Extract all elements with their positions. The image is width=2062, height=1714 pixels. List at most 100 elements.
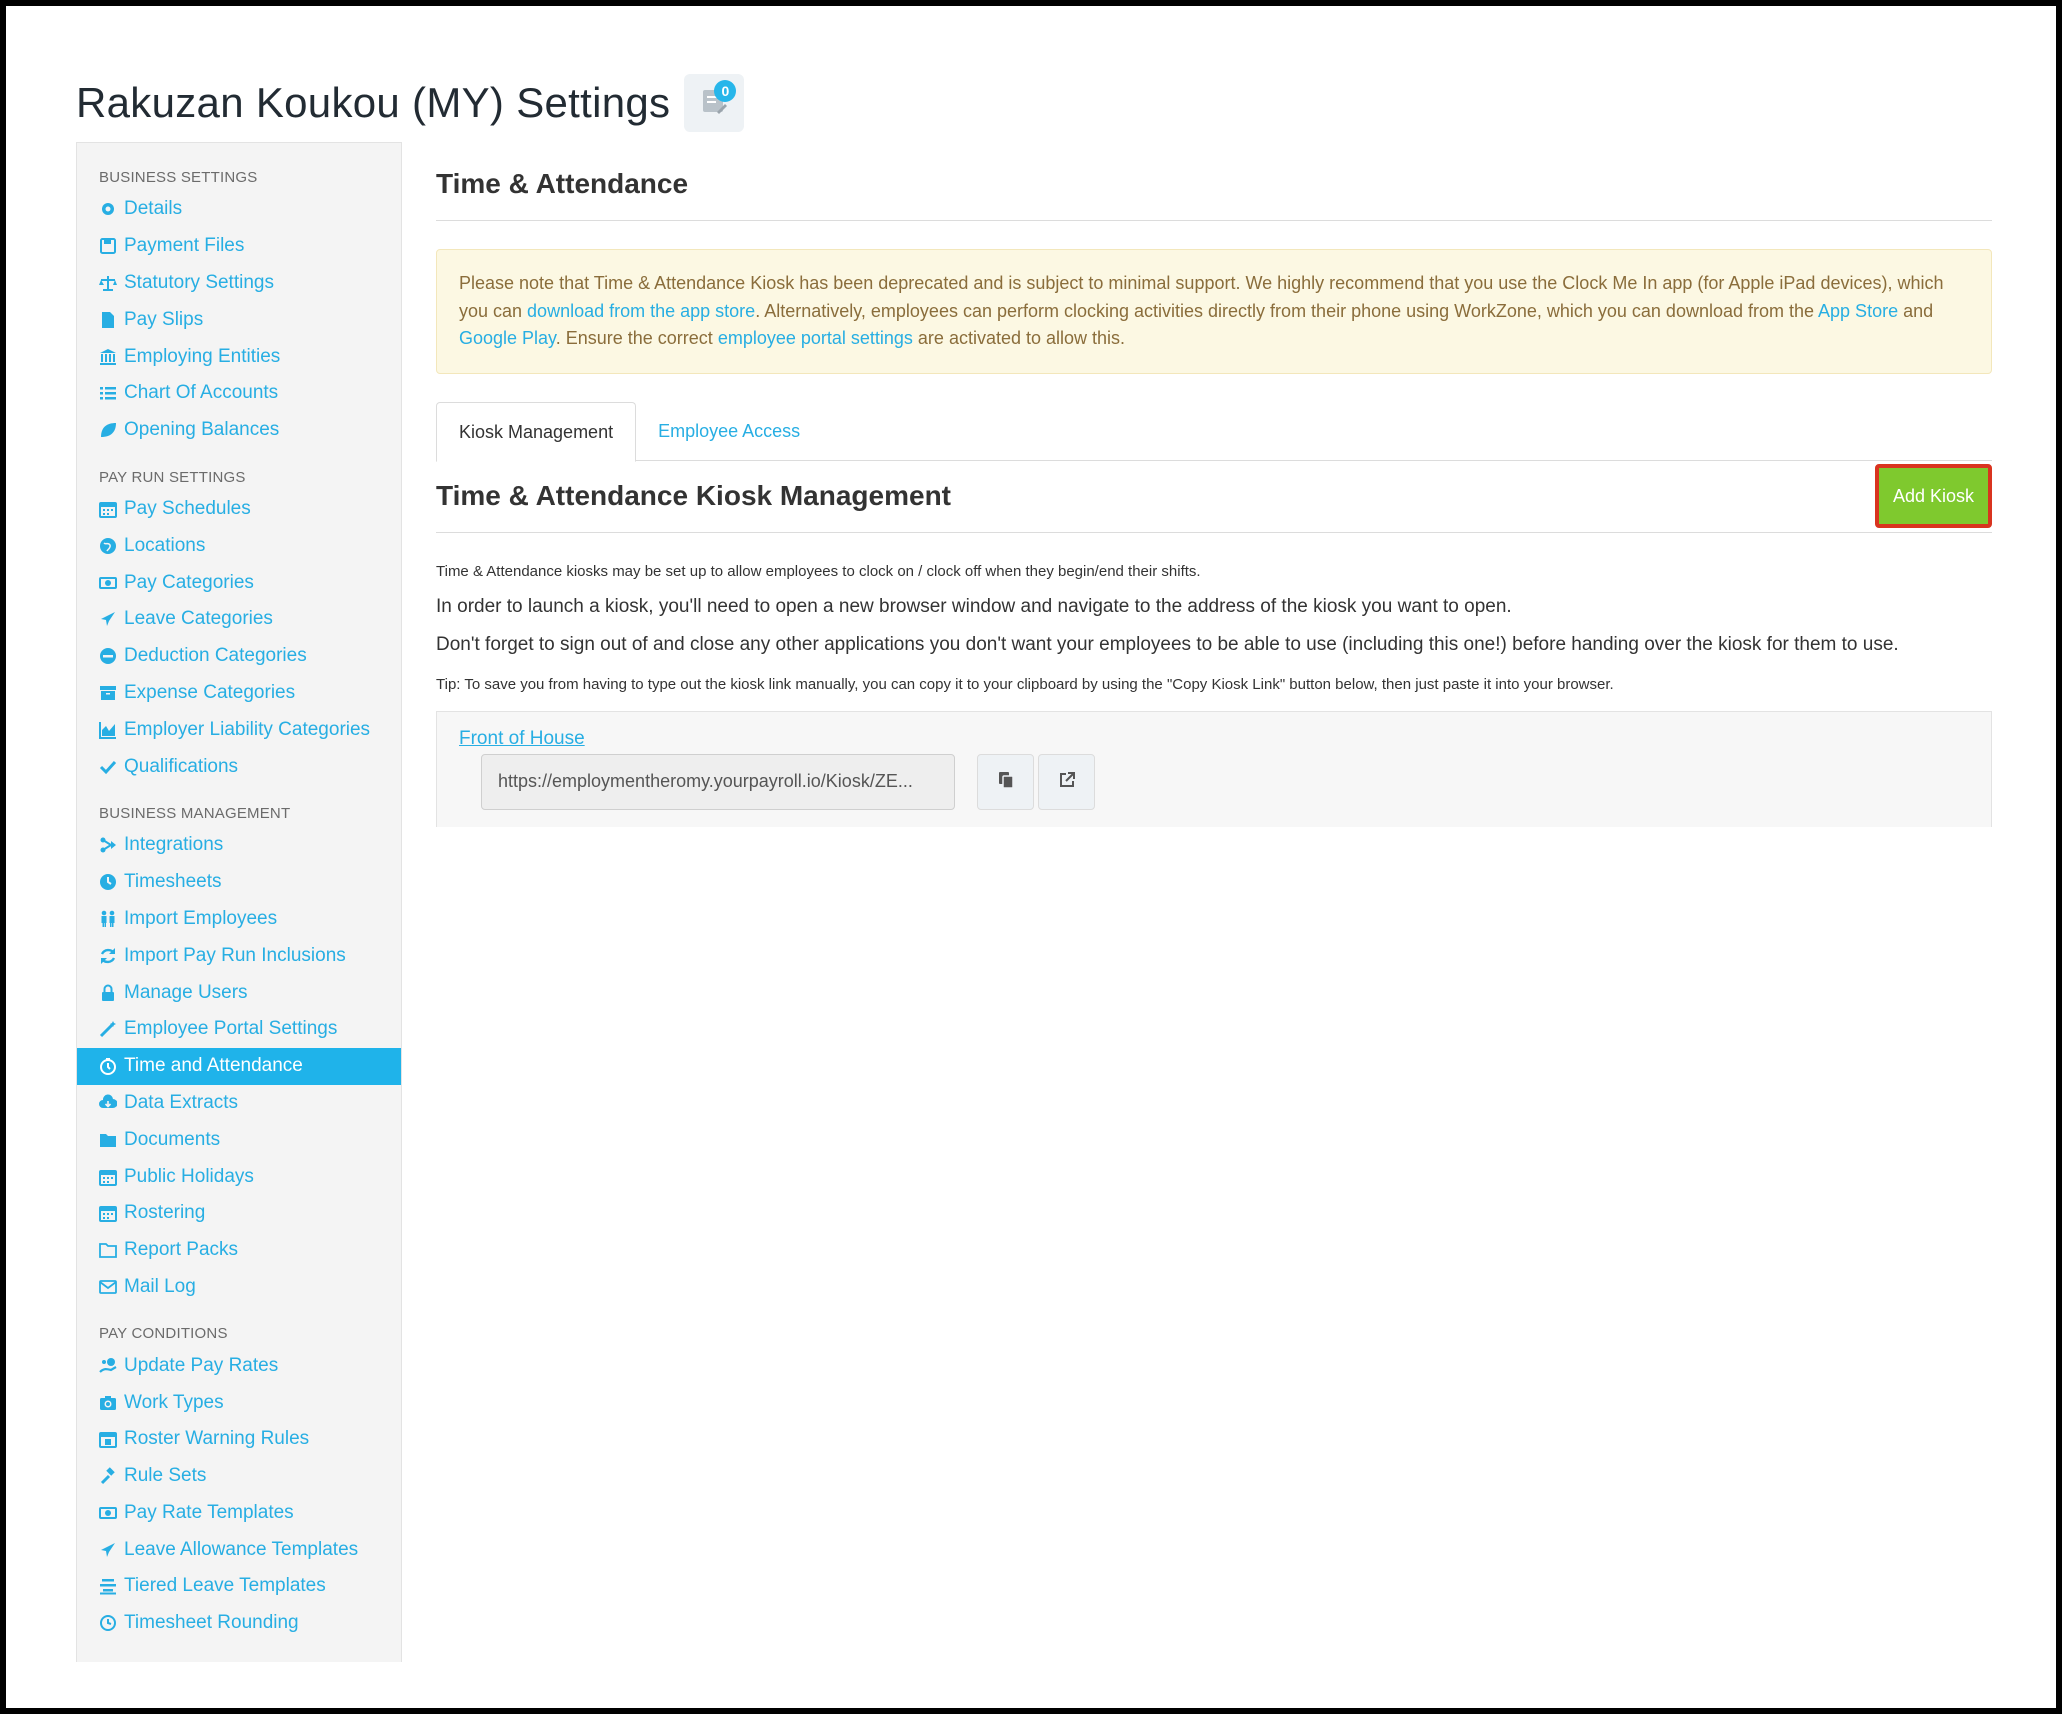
- copy-icon: [996, 770, 1016, 793]
- sidebar-item-label: Import Pay Run Inclusions: [124, 944, 346, 966]
- kiosk-management-title: Time & Attendance Kiosk Management: [436, 480, 952, 511]
- sidebar-item-manage-users[interactable]: Manage Users: [77, 974, 401, 1011]
- sidebar-item-label: Integrations: [124, 834, 224, 856]
- sidebar-item-opening-balances[interactable]: Opening Balances: [77, 412, 401, 449]
- sidebar-item-public-holidays[interactable]: Public Holidays: [77, 1158, 401, 1195]
- sidebar-item-employee-portal-settings[interactable]: Employee Portal Settings: [77, 1011, 401, 1048]
- sidebar-item-label: Report Packs: [124, 1239, 239, 1261]
- users-icon: [99, 910, 117, 928]
- file-icon: [99, 311, 117, 329]
- sidebar-item-label: Employer Liability Categories: [124, 718, 371, 740]
- notes-count-badge: 0: [714, 80, 737, 102]
- money-icon: [99, 574, 117, 592]
- sidebar-item-pay-rate-templates[interactable]: Pay Rate Templates: [77, 1495, 401, 1532]
- tab-employee-access[interactable]: Employee Access: [636, 402, 822, 460]
- sidebar-item-label: Public Holidays: [124, 1165, 254, 1187]
- envelope-icon: [99, 1278, 117, 1296]
- sidebar-item-label: Mail Log: [124, 1275, 196, 1297]
- employee-portal-settings-link[interactable]: employee portal settings: [718, 328, 913, 348]
- leaf-icon: [99, 421, 117, 439]
- sidebar-item-tiered-leave-templates[interactable]: Tiered Leave Templates: [77, 1568, 401, 1605]
- kiosk-name-link[interactable]: Front of House: [459, 728, 585, 749]
- gavel-icon: [99, 1467, 117, 1485]
- sidebar-item-report-packs[interactable]: Report Packs: [77, 1232, 401, 1269]
- gear-icon: [99, 200, 117, 218]
- sidebar-item-leave-categories[interactable]: Leave Categories: [77, 601, 401, 638]
- sidebar-item-label: Tiered Leave Templates: [124, 1575, 326, 1597]
- copy-kiosk-link-button[interactable]: [977, 753, 1034, 810]
- alert-text: are activated to allow this.: [912, 328, 1126, 348]
- alert-text: . Ensure the correct: [555, 328, 718, 348]
- sidebar-item-expense-categories[interactable]: Expense Categories: [77, 675, 401, 712]
- app-store-download-link[interactable]: download from the app store: [527, 301, 755, 321]
- app-frame: Rakuzan Koukou (MY) Settings 0 BUSINESS …: [6, 6, 2056, 1708]
- sidebar-item-data-extracts[interactable]: Data Extracts: [77, 1085, 401, 1122]
- section-title: Time & Attendance: [436, 142, 1992, 221]
- plane-icon: [99, 1541, 117, 1559]
- sidebar-item-label: Leave Categories: [124, 608, 273, 630]
- save-icon: [99, 237, 117, 255]
- kiosk-url-field[interactable]: [481, 753, 955, 810]
- sidebar-item-integrations[interactable]: Integrations: [77, 827, 401, 864]
- lock-icon: [99, 984, 117, 1002]
- notes-button[interactable]: 0: [684, 74, 745, 132]
- sidebar-item-payment-files[interactable]: Payment Files: [77, 228, 401, 265]
- sidebar-item-mail-log[interactable]: Mail Log: [77, 1269, 401, 1306]
- sidebar-item-statutory-settings[interactable]: Statutory Settings: [77, 265, 401, 302]
- stopwatch-icon: [99, 1057, 117, 1076]
- sidebar-item-rostering[interactable]: Rostering: [77, 1195, 401, 1232]
- sidebar-item-roster-warning-rules[interactable]: Roster Warning Rules: [77, 1421, 401, 1458]
- sidebar-item-timesheets[interactable]: Timesheets: [77, 864, 401, 901]
- tabs: Kiosk Management Employee Access: [436, 401, 1992, 462]
- sidebar-section-title: BUSINESS SETTINGS: [99, 169, 258, 186]
- sidebar-item-work-types[interactable]: Work Types: [77, 1384, 401, 1421]
- sidebar-item-label: Locations: [124, 534, 206, 556]
- calendar-icon: [99, 500, 117, 518]
- sidebar-item-deduction-categories[interactable]: Deduction Categories: [77, 638, 401, 675]
- tab-kiosk-management[interactable]: Kiosk Management: [436, 401, 637, 462]
- sidebar-item-locations[interactable]: Locations: [77, 527, 401, 564]
- add-kiosk-button[interactable]: Add Kiosk: [1874, 464, 1992, 528]
- alert-text: and: [1898, 300, 1934, 321]
- sidebar-item-rule-sets[interactable]: Rule Sets: [77, 1458, 401, 1495]
- sidebar-section-title: BUSINESS MANAGEMENT: [99, 804, 291, 822]
- sidebar-item-label: Leave Allowance Templates: [124, 1538, 359, 1560]
- sidebar-item-leave-allowance-templates[interactable]: Leave Allowance Templates: [77, 1531, 401, 1568]
- sidebar-item-label: Deduction Categories: [124, 645, 307, 667]
- clock-outline-icon: [99, 1614, 117, 1632]
- sidebar-item-pay-categories[interactable]: Pay Categories: [77, 564, 401, 601]
- area-chart-icon: [99, 721, 117, 739]
- bank-icon: [99, 348, 117, 366]
- sidebar-item-update-pay-rates[interactable]: Update Pay Rates: [77, 1347, 401, 1384]
- sidebar-item-time-and-attendance[interactable]: Time and Attendance: [77, 1047, 401, 1085]
- sidebar-item-qualifications[interactable]: Qualifications: [77, 748, 401, 785]
- page-header: Rakuzan Koukou (MY) Settings 0: [76, 74, 745, 132]
- sidebar-item-employing-entities[interactable]: Employing Entities: [77, 338, 401, 375]
- kiosk-intro-text: Time & Attendance kiosks may be set up t…: [436, 562, 1201, 580]
- folder-open-icon: [99, 1241, 117, 1259]
- google-play-link[interactable]: Google Play: [459, 328, 556, 348]
- open-kiosk-button[interactable]: [1038, 753, 1095, 810]
- sidebar-item-import-pay-run-inclusions[interactable]: Import Pay Run Inclusions: [77, 937, 401, 974]
- sidebar-item-label: Documents: [124, 1128, 221, 1150]
- sidebar-item-timesheet-rounding[interactable]: Timesheet Rounding: [77, 1605, 401, 1642]
- alert-text: . Alternatively, employees can perform c…: [755, 300, 1819, 321]
- app-store-link[interactable]: App Store: [1818, 301, 1898, 321]
- archive-icon: [99, 684, 117, 702]
- sidebar-item-pay-schedules[interactable]: Pay Schedules: [77, 491, 401, 528]
- folder-icon: [99, 1131, 117, 1149]
- sidebar-item-label: Pay Categories: [124, 571, 254, 593]
- sidebar-item-label: Work Types: [124, 1391, 224, 1413]
- globe-icon: [99, 537, 117, 555]
- check-icon: [99, 758, 117, 776]
- sidebar-item-import-employees[interactable]: Import Employees: [77, 901, 401, 938]
- calendar-alert-icon: [99, 1430, 117, 1449]
- sidebar-item-label: Chart Of Accounts: [124, 382, 279, 404]
- sidebar-item-employer-liability-categories[interactable]: Employer Liability Categories: [77, 711, 401, 748]
- sidebar-item-pay-slips[interactable]: Pay Slips: [77, 301, 401, 338]
- sidebar-item-label: Data Extracts: [124, 1091, 239, 1113]
- sidebar-section-title: PAY CONDITIONS: [99, 1325, 228, 1343]
- sidebar-item-chart-of-accounts[interactable]: Chart Of Accounts: [77, 375, 401, 412]
- sidebar-item-documents[interactable]: Documents: [77, 1121, 401, 1158]
- sidebar-item-details[interactable]: Details: [77, 191, 401, 228]
